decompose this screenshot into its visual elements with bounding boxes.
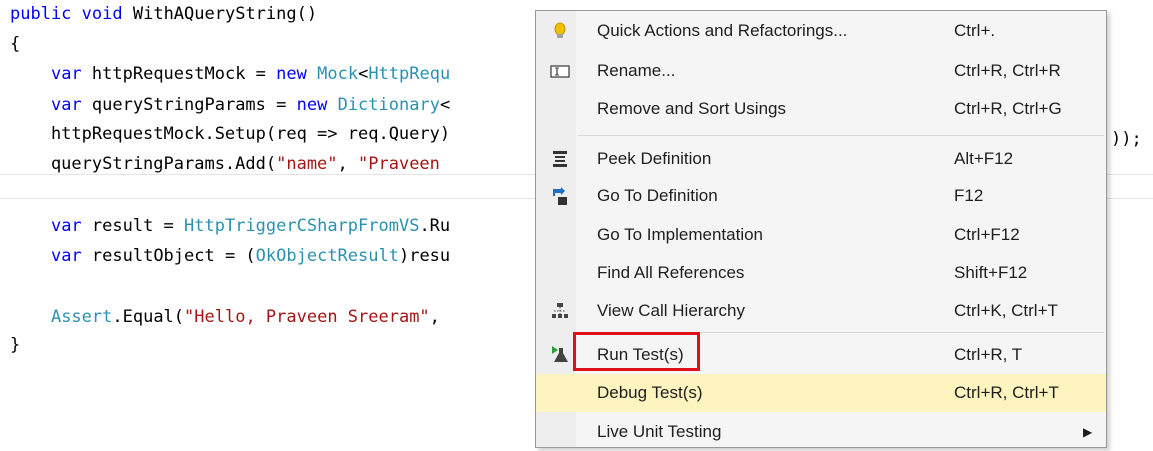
- code-token: resultObject = (: [81, 246, 256, 266]
- menu-item-shortcut: Ctrl+R, Ctrl+R: [954, 61, 1061, 80]
- code-token: queryStringParams =: [81, 95, 297, 115]
- menu-item-shortcut: Ctrl+R, Ctrl+T: [954, 383, 1059, 402]
- run-test-icon: [549, 344, 571, 366]
- menu-item-label: Debug Test(s): [597, 383, 703, 402]
- menu-item-label: View Call Hierarchy: [597, 301, 746, 320]
- code-token: new: [296, 95, 328, 115]
- lightbulb-icon: [549, 20, 571, 42]
- code-token: public: [10, 4, 72, 24]
- menu-item-quick-actions[interactable]: Quick Actions and Refactorings... Ctrl+.: [536, 12, 1106, 50]
- code-token: Mock: [317, 64, 359, 84]
- menu-item-shortcut: Ctrl+K, Ctrl+T: [954, 301, 1058, 320]
- menu-item-label: Find All References: [597, 263, 745, 282]
- menu-item-shortcut: Shift+F12: [954, 263, 1028, 282]
- code-token: var: [50, 64, 82, 84]
- code-token: ,: [337, 154, 359, 174]
- rename-icon: [549, 60, 571, 82]
- code-token: }: [10, 335, 21, 355]
- code-token: <: [358, 64, 369, 84]
- code-overflow-tail: ));: [1111, 129, 1142, 149]
- menu-item-label: Go To Implementation: [597, 225, 763, 244]
- code-token: <: [439, 95, 451, 115]
- menu-item-go-to-implementation[interactable]: Go To Implementation Ctrl+F12: [536, 216, 1106, 254]
- code-token: result =: [81, 216, 185, 236]
- code-token: queryStringParams.Add(: [10, 154, 277, 174]
- menu-item-label: Go To Definition: [597, 186, 718, 205]
- code-line: public void WithAQueryString(): [10, 0, 317, 28]
- code-token: "name": [276, 154, 338, 174]
- code-line: var resultObject = (OkObjectResult)resu: [10, 242, 450, 270]
- code-token: Assert: [50, 307, 113, 327]
- menu-item-view-call-hierarchy[interactable]: View Call Hierarchy Ctrl+K, Ctrl+T: [536, 292, 1106, 330]
- code-token: ,: [429, 307, 451, 327]
- code-token: WithAQueryString(): [122, 4, 318, 24]
- menu-item-shortcut: F12: [954, 186, 984, 205]
- code-line: }: [10, 331, 20, 359]
- code-line: {: [10, 30, 20, 58]
- menu-item-shortcut: Alt+F12: [954, 149, 1014, 168]
- code-token: .Ru: [419, 216, 451, 236]
- menu-item-go-to-definition[interactable]: Go To Definition F12: [536, 177, 1106, 215]
- code-line: var result = HttpTriggerCSharpFromVS.Ru: [10, 212, 450, 240]
- code-line: var queryStringParams = new Dictionary<: [10, 91, 450, 119]
- code-line: httpRequestMock.Setup(req => req.Query): [10, 120, 450, 148]
- menu-item-label: Peek Definition: [597, 149, 712, 168]
- menu-item-shortcut: Ctrl+R, Ctrl+G: [954, 99, 1062, 118]
- run-tests-callout-box: [573, 332, 700, 371]
- menu-separator: [578, 135, 1104, 136]
- go-to-definition-icon: [549, 185, 571, 207]
- menu-item-find-all-references[interactable]: Find All References Shift+F12: [536, 254, 1106, 292]
- call-hierarchy-icon: [549, 300, 571, 322]
- code-token: var: [50, 216, 82, 236]
- menu-item-label: Remove and Sort Usings: [597, 99, 786, 118]
- code-token: var: [50, 246, 82, 266]
- code-token: httpRequestMock.Setup(req => req.Query): [10, 124, 451, 144]
- menu-item-debug-tests[interactable]: Debug Test(s) Ctrl+R, Ctrl+T: [536, 374, 1106, 412]
- menu-item-label: Live Unit Testing: [597, 422, 722, 441]
- menu-item-shortcut: Ctrl+R, T: [954, 345, 1023, 364]
- menu-item-rename[interactable]: Rename... Ctrl+R, Ctrl+R: [536, 52, 1106, 90]
- code-token: "Praveen: [358, 154, 451, 174]
- menu-item-shortcut: Ctrl+.: [954, 21, 996, 40]
- code-line: var httpRequestMock = new Mock<HttpRequ: [10, 60, 450, 88]
- submenu-arrow-icon: ▶: [1083, 425, 1093, 439]
- menu-item-remove-sort-usings[interactable]: Remove and Sort Usings Ctrl+R, Ctrl+G: [536, 90, 1106, 128]
- code-token: )resu: [398, 246, 451, 266]
- code-token: "Hello, Praveen Sreeram": [184, 307, 430, 327]
- code-token: {: [10, 34, 21, 54]
- peek-definition-icon: [549, 148, 571, 170]
- code-token: new: [276, 64, 307, 84]
- context-menu[interactable]: Quick Actions and Refactorings... Ctrl+.…: [535, 10, 1107, 448]
- code-line: queryStringParams.Add("name", "Praveen: [10, 150, 450, 178]
- menu-item-label: Quick Actions and Refactorings...: [597, 21, 848, 40]
- code-token: OkObjectResult: [255, 246, 399, 266]
- menu-item-shortcut: Ctrl+F12: [954, 225, 1020, 244]
- code-token: var: [50, 95, 82, 115]
- code-token: .Equal(: [112, 307, 185, 327]
- code-line: Assert.Equal("Hello, Praveen Sreeram",: [10, 303, 450, 331]
- menu-item-peek-definition[interactable]: Peek Definition Alt+F12: [536, 140, 1106, 178]
- code-token: HttpRequ: [368, 64, 451, 84]
- code-token: void: [81, 4, 123, 24]
- code-token: Dictionary: [337, 95, 440, 115]
- menu-item-label: Rename...: [597, 61, 676, 80]
- code-token: HttpTriggerCSharpFromVS: [184, 216, 420, 236]
- code-token: httpRequestMock =: [81, 64, 277, 84]
- menu-item-live-unit-testing[interactable]: Live Unit Testing ▶: [536, 413, 1106, 451]
